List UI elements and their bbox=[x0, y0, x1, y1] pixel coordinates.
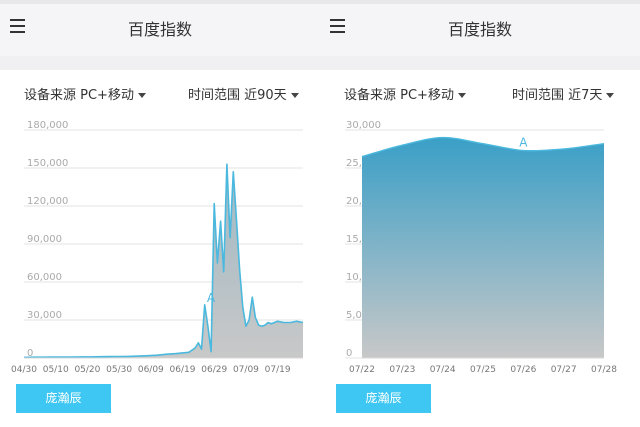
x-tick-label: 07/19 bbox=[265, 365, 291, 375]
chevron-down-icon bbox=[137, 93, 146, 98]
page-title: 百度指数 bbox=[447, 20, 512, 39]
x-tick-label: 05/10 bbox=[43, 365, 69, 375]
device-filter-dropdown[interactable]: 设备来源 PC+移动 bbox=[24, 84, 146, 103]
x-tick-label: 07/23 bbox=[389, 365, 415, 375]
section-divider bbox=[320, 56, 640, 70]
x-tick-label: 07/24 bbox=[430, 365, 456, 375]
page-title: 百度指数 bbox=[127, 20, 192, 39]
chevron-down-icon bbox=[290, 93, 299, 98]
keyword-button[interactable]: 庞瀚辰 bbox=[336, 384, 431, 413]
series-area bbox=[24, 164, 303, 358]
x-tick-label: 04/30 bbox=[11, 365, 37, 375]
y-tick-label: 15, bbox=[346, 234, 362, 245]
right-panel: 百度指数 设备来源 PC+移动 时间范围 近7天 0 5,0 10, 15, 20, 25… bbox=[320, 0, 640, 427]
x-tick-label: 07/22 bbox=[349, 365, 375, 375]
time-range-label: 时间范围 近7天 bbox=[512, 88, 603, 103]
y-tick-label: 0 bbox=[346, 348, 352, 359]
device-filter-dropdown[interactable]: 设备来源 PC+移动 bbox=[344, 84, 466, 103]
x-tick-label: 07/27 bbox=[551, 365, 577, 375]
x-tick-label: 06/29 bbox=[201, 365, 227, 375]
left-panel: 百度指数 设备来源 PC+移动 时间范围 近90天 0 30,000 60,000 9… bbox=[0, 0, 320, 427]
section-divider bbox=[0, 56, 320, 70]
time-range-label: 时间范围 近90天 bbox=[188, 88, 287, 103]
y-tick-label: 5,0 bbox=[346, 310, 362, 321]
x-tick-label: 07/09 bbox=[233, 365, 259, 375]
index-trend-chart-7d: 0 5,0 10, 15, 20, 25, 30,000 07/22 07/23 07/24 07/… bbox=[345, 120, 617, 375]
x-tick-label: 06/19 bbox=[170, 365, 196, 375]
chevron-down-icon bbox=[606, 93, 615, 98]
y-tick-label: 30,000 bbox=[27, 310, 62, 321]
x-tick-label: 07/25 bbox=[470, 365, 496, 375]
index-trend-chart-90d: 030,00060,00090,000120,000150,000180,000… bbox=[11, 120, 304, 375]
y-tick-label: 90,000 bbox=[27, 234, 62, 245]
app-header: 百度指数 bbox=[0, 0, 320, 56]
y-tick-label: 20, bbox=[346, 196, 362, 207]
y-tick-label: 10, bbox=[346, 272, 362, 283]
chevron-down-icon bbox=[457, 93, 466, 98]
app-header: 百度指数 bbox=[320, 0, 640, 56]
x-tick-label: 07/28 bbox=[591, 365, 617, 375]
x-tick-label: 06/09 bbox=[138, 365, 164, 375]
time-range-dropdown[interactable]: 时间范围 近7天 bbox=[512, 84, 615, 103]
header-top-bar bbox=[0, 0, 320, 4]
header-top-bar bbox=[320, 0, 640, 4]
device-filter-label: 设备来源 PC+移动 bbox=[24, 88, 134, 103]
device-filter-label: 设备来源 PC+移动 bbox=[344, 88, 454, 103]
annotation-marker: A bbox=[207, 291, 216, 305]
x-tick-label: 05/30 bbox=[106, 365, 132, 375]
x-tick-label: 07/26 bbox=[510, 365, 536, 375]
y-tick-label: 150,000 bbox=[27, 158, 68, 169]
y-tick-label: 120,000 bbox=[27, 196, 68, 207]
annotation-marker: A bbox=[519, 136, 528, 150]
y-tick-label: 60,000 bbox=[27, 272, 62, 283]
y-tick-label: 25, bbox=[346, 158, 362, 169]
y-tick-label: 180,000 bbox=[27, 120, 68, 131]
series-area bbox=[362, 137, 604, 358]
keyword-button[interactable]: 庞瀚辰 bbox=[16, 384, 111, 413]
x-tick-label: 05/20 bbox=[74, 365, 100, 375]
y-tick-label: 30,000 bbox=[346, 120, 381, 131]
time-range-dropdown[interactable]: 时间范围 近90天 bbox=[188, 84, 299, 103]
